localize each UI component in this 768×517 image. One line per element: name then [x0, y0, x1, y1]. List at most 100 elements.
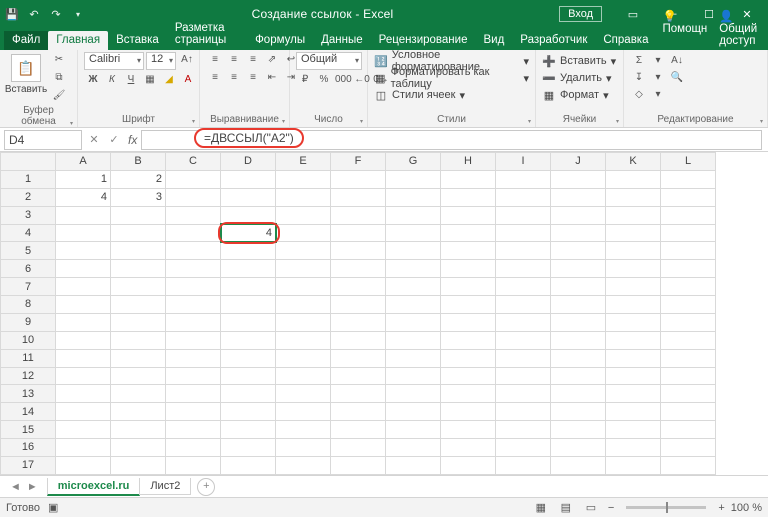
col-header[interactable]: G	[386, 153, 441, 171]
cell[interactable]	[111, 296, 166, 314]
cell[interactable]	[276, 367, 331, 385]
cell[interactable]	[606, 385, 661, 403]
cell[interactable]	[496, 456, 551, 474]
col-header[interactable]: F	[331, 153, 386, 171]
cell[interactable]	[111, 260, 166, 278]
add-sheet-button[interactable]: +	[197, 478, 215, 496]
cell[interactable]	[441, 170, 496, 188]
align-left-icon[interactable]: ≡	[206, 70, 224, 86]
cell[interactable]: 3	[111, 188, 166, 206]
cell[interactable]	[386, 206, 441, 224]
cell[interactable]	[331, 206, 386, 224]
cell[interactable]	[441, 206, 496, 224]
zoom-slider[interactable]	[626, 506, 706, 509]
cell[interactable]	[441, 224, 496, 242]
cell[interactable]	[661, 421, 716, 439]
cell[interactable]	[606, 403, 661, 421]
tab-file[interactable]: Файл	[4, 31, 48, 50]
fill-icon[interactable]: ↧	[630, 70, 648, 86]
cell[interactable]	[111, 456, 166, 474]
select-all-corner[interactable]	[1, 153, 56, 171]
align-top-icon[interactable]: ≡	[206, 52, 224, 68]
row-header[interactable]: 15	[1, 421, 56, 439]
tell-me[interactable]: 💡 Помощн	[657, 6, 714, 50]
cell[interactable]	[661, 224, 716, 242]
view-pagebreak-icon[interactable]: ▭	[580, 501, 602, 514]
redo-icon[interactable]: ↷	[48, 6, 64, 22]
cell[interactable]	[661, 439, 716, 457]
align-center-icon[interactable]: ≡	[225, 70, 243, 86]
cell[interactable]	[661, 260, 716, 278]
cell[interactable]	[606, 206, 661, 224]
cell[interactable]	[276, 421, 331, 439]
cell[interactable]	[496, 188, 551, 206]
cell[interactable]	[331, 242, 386, 260]
comma-icon[interactable]: 000	[334, 72, 352, 88]
sheet-tab[interactable]: microexcel.ru	[47, 478, 141, 496]
cell[interactable]	[441, 367, 496, 385]
cell[interactable]	[386, 260, 441, 278]
cell[interactable]	[331, 403, 386, 421]
worksheet-grid[interactable]: ABCDEFGHIJKL1122433445678910111213141516…	[0, 152, 768, 475]
cell[interactable]	[496, 403, 551, 421]
cell[interactable]	[276, 385, 331, 403]
cell[interactable]	[441, 421, 496, 439]
cell[interactable]	[441, 331, 496, 349]
row-header[interactable]: 12	[1, 367, 56, 385]
cell[interactable]	[331, 188, 386, 206]
cell[interactable]	[606, 331, 661, 349]
cut-icon[interactable]: ✂	[50, 52, 68, 68]
row-header[interactable]: 11	[1, 349, 56, 367]
format-as-table-button[interactable]: ▦Форматировать как таблицу ▾	[374, 70, 529, 86]
cell[interactable]	[56, 296, 111, 314]
cell[interactable]	[276, 278, 331, 296]
cell[interactable]	[606, 224, 661, 242]
cell[interactable]	[386, 313, 441, 331]
cell[interactable]	[496, 313, 551, 331]
cell[interactable]	[276, 170, 331, 188]
cell[interactable]	[276, 224, 331, 242]
delete-cells-button[interactable]: ➖Удалить ▾	[542, 70, 612, 86]
indent-dec-icon[interactable]: ⇤	[263, 70, 281, 86]
cell[interactable]	[221, 188, 276, 206]
cell[interactable]	[551, 421, 606, 439]
cell[interactable]	[606, 439, 661, 457]
cell[interactable]	[331, 331, 386, 349]
cell[interactable]	[496, 170, 551, 188]
sheet-nav-next-icon[interactable]: ►	[27, 481, 38, 493]
cell[interactable]	[56, 367, 111, 385]
cell[interactable]	[166, 296, 221, 314]
cell[interactable]	[551, 224, 606, 242]
name-box[interactable]: D4	[4, 130, 82, 150]
cell[interactable]	[551, 296, 606, 314]
cell[interactable]	[496, 260, 551, 278]
cell[interactable]	[331, 367, 386, 385]
cell[interactable]	[56, 403, 111, 421]
cell[interactable]	[276, 242, 331, 260]
cell[interactable]	[56, 385, 111, 403]
row-header[interactable]: 8	[1, 296, 56, 314]
autosum-icon[interactable]: Σ	[630, 53, 648, 69]
number-format-select[interactable]: Общий	[296, 52, 362, 70]
cell[interactable]	[111, 313, 166, 331]
cell[interactable]	[496, 439, 551, 457]
cell[interactable]	[386, 421, 441, 439]
cell[interactable]	[661, 349, 716, 367]
cell[interactable]	[221, 421, 276, 439]
cell[interactable]	[56, 331, 111, 349]
accept-formula-icon[interactable]: ✓	[104, 130, 124, 150]
cell[interactable]	[111, 439, 166, 457]
cell[interactable]	[166, 278, 221, 296]
cell[interactable]	[551, 242, 606, 260]
format-cells-button[interactable]: ▦Формат ▾	[542, 87, 609, 103]
cell[interactable]	[166, 206, 221, 224]
cell[interactable]	[331, 385, 386, 403]
row-header[interactable]: 3	[1, 206, 56, 224]
row-header[interactable]: 2	[1, 188, 56, 206]
cell[interactable]	[606, 260, 661, 278]
cell[interactable]	[221, 456, 276, 474]
border-icon[interactable]: ▦	[141, 72, 159, 88]
cell[interactable]	[386, 385, 441, 403]
cell[interactable]	[386, 367, 441, 385]
cell[interactable]	[606, 456, 661, 474]
